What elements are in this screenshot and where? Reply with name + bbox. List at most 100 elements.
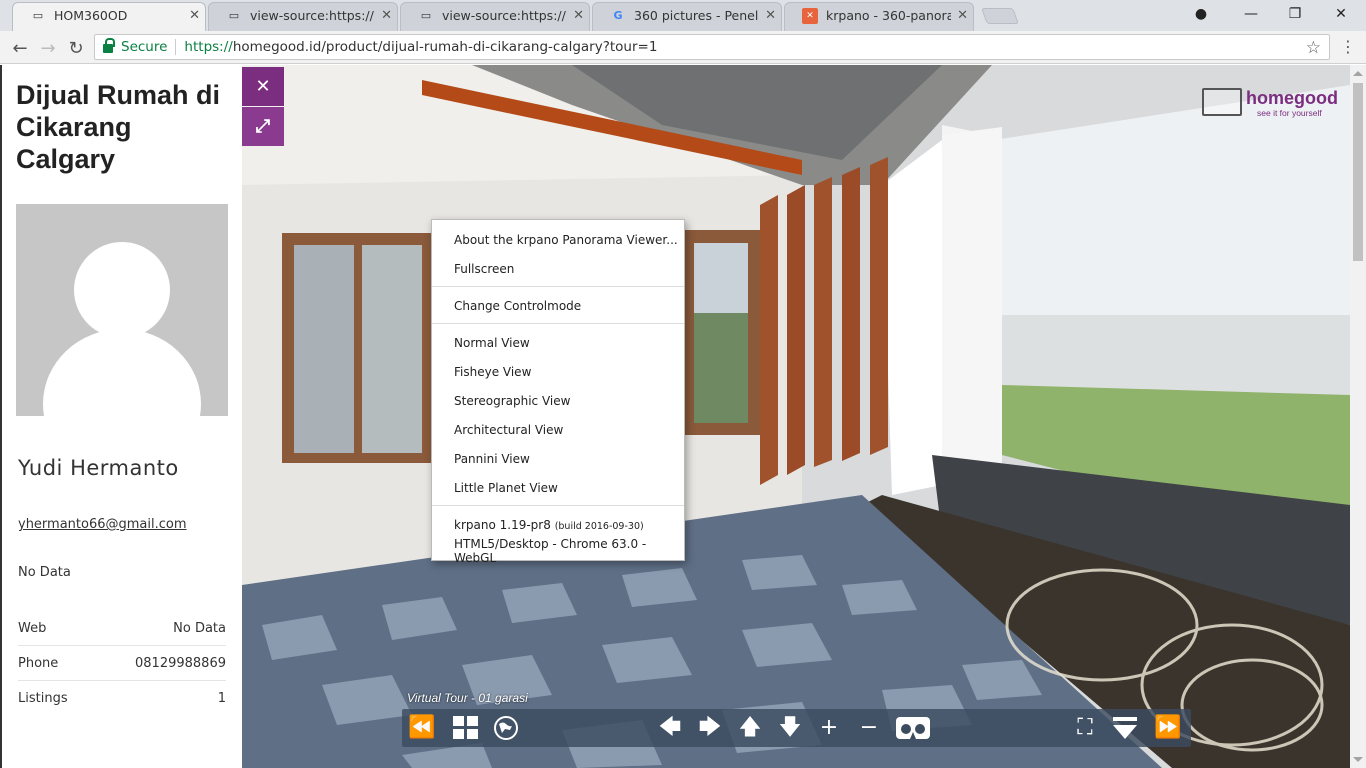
tab-view-source-1[interactable]: ▭ view-source:https://homegood.id ✕ — [204, 0, 402, 31]
row-label: Web — [18, 620, 47, 636]
listing-sidebar: Dijual Rumah di Cikarang Calgary Yudi He… — [0, 65, 242, 768]
panorama-scene — [242, 65, 1350, 768]
page-title: Dijual Rumah di Cikarang Calgary — [16, 80, 221, 174]
scrollbar-thumb[interactable] — [1353, 83, 1363, 261]
tab-strip: ▭ HOM360OD ✕ ▭ view-source:https://homeg… — [0, 0, 1366, 31]
version-label: krpano 1.19-pr8 — [454, 518, 551, 532]
hide-controls-icon[interactable] — [1109, 713, 1141, 743]
info-row-listings: Listings 1 — [18, 681, 226, 716]
pan-down-icon[interactable]: 🡇 — [774, 713, 806, 743]
pan-right-icon[interactable]: 🡆 — [694, 713, 726, 743]
scroll-down-icon[interactable] — [1353, 757, 1363, 762]
close-icon[interactable]: ✕ — [381, 8, 392, 23]
window-close-button[interactable]: ✕ — [1318, 0, 1364, 28]
url-scheme: https:// — [184, 39, 233, 55]
close-icon[interactable]: ✕ — [189, 8, 200, 23]
menu-item-little-planet-view[interactable]: Little Planet View — [454, 481, 558, 495]
info-row-phone: Phone 08129988869 — [18, 646, 226, 681]
browser-toolbar: ← → ↻ Secure https:// homegood.id/produc… — [0, 31, 1366, 64]
page-icon: ▭ — [228, 9, 240, 22]
agent-description: No Data — [18, 565, 71, 580]
scroll-up-icon[interactable] — [1353, 71, 1363, 76]
close-icon[interactable]: ✕ — [957, 8, 968, 23]
tour-control-bar: ⏪ 🡄 🡆 🡅 🡇 + − ⛶ ⏩ — [402, 709, 1191, 747]
brand-name: homegood — [1246, 88, 1338, 108]
zoom-out-icon[interactable]: − — [853, 713, 885, 743]
zoom-in-icon[interactable]: + — [813, 713, 845, 743]
menu-item-stereographic-view[interactable]: Stereographic View — [454, 394, 570, 408]
fullscreen-toggle-button[interactable]: ⤢ — [242, 107, 284, 146]
menu-item-controlmode[interactable]: Change Controlmode — [454, 299, 581, 313]
close-icon: ✕ — [255, 76, 271, 97]
tab-title: krpano - 360-panorama-viewer — [826, 8, 952, 23]
tab-google-search[interactable]: G 360 pictures - Penelusuran Google ✕ — [588, 0, 786, 31]
reload-icon[interactable]: ↻ — [64, 36, 88, 60]
avatar-head — [74, 242, 170, 338]
menu-item-fisheye-view[interactable]: Fisheye View — [454, 365, 531, 379]
avatar — [16, 204, 228, 416]
forward-icon[interactable]: → — [36, 36, 60, 60]
menu-item-about[interactable]: About the krpano Panorama Viewer... — [454, 233, 678, 247]
close-icon[interactable]: ✕ — [573, 8, 584, 23]
close-tour-button[interactable]: ✕ — [242, 67, 284, 106]
expand-icon: ⤢ — [255, 116, 271, 137]
row-value: No Data — [173, 620, 226, 636]
fullscreen-icon[interactable]: ⛶ — [1069, 713, 1101, 743]
profile-icon[interactable]: ● — [1178, 0, 1224, 28]
krpano-context-menu: About the krpano Panorama Viewer... Full… — [431, 219, 685, 565]
menu-item-version: krpano 1.19-pr8 (build 2016-09-30) — [454, 518, 644, 532]
tab-title: view-source:https://homegood.id — [442, 8, 567, 23]
divider — [175, 39, 177, 55]
agent-email-link[interactable]: yhermanto66@gmail.com — [18, 517, 187, 532]
info-row-web: Web No Data — [18, 611, 226, 646]
row-label: Listings — [18, 691, 68, 706]
next-scene-icon[interactable]: ⏩ — [1152, 713, 1184, 743]
tab-title: 360 pictures - Penelusuran Google — [634, 8, 759, 23]
row-value: 08129988869 — [135, 655, 226, 671]
address-bar[interactable]: Secure https:// homegood.id/product/diju… — [94, 34, 1330, 60]
avatar-body — [43, 329, 201, 416]
scene-title: Virtual Tour - 01 garasi — [407, 691, 528, 705]
close-icon[interactable]: ✕ — [765, 8, 776, 23]
page-icon: ▭ — [32, 9, 44, 22]
back-icon[interactable]: ← — [8, 36, 32, 60]
agent-name: Yudi Hermanto — [18, 456, 179, 480]
menu-divider — [432, 323, 684, 324]
tab-view-source-2[interactable]: ▭ view-source:https://homegood.id ✕ — [396, 0, 594, 31]
menu-item-fullscreen[interactable]: Fullscreen — [454, 262, 514, 276]
menu-item-architectural-view[interactable]: Architectural View — [454, 423, 563, 437]
build-label: (build 2016-09-30) — [554, 521, 644, 532]
homegood-logo: homegood see it for yourself — [1202, 86, 1338, 120]
minimize-button[interactable]: — — [1228, 0, 1274, 28]
tab-krpano[interactable]: ✕ krpano - 360-panorama-viewer ✕ — [780, 0, 978, 31]
house-logo-icon — [1202, 88, 1242, 116]
previous-scene-icon[interactable]: ⏪ — [406, 713, 438, 743]
row-label: Phone — [18, 655, 59, 671]
new-tab-button[interactable] — [981, 8, 1019, 24]
row-value: 1 — [217, 691, 226, 706]
brand-tagline: see it for yourself — [1257, 108, 1322, 118]
bookmark-star-icon[interactable]: ☆ — [1306, 38, 1321, 58]
lock-icon — [103, 38, 115, 53]
krpano-icon: ✕ — [802, 7, 818, 24]
menu-divider — [432, 286, 684, 287]
panorama-viewport[interactable] — [242, 65, 1350, 768]
page-scrollbar[interactable] — [1350, 65, 1366, 768]
pan-up-icon[interactable]: 🡅 — [734, 713, 766, 743]
vr-goggles-icon[interactable] — [894, 713, 932, 743]
thumbnails-grid-icon[interactable] — [450, 713, 482, 743]
tab-title: HOM360OD — [54, 8, 128, 23]
menu-item-pannini-view[interactable]: Pannini View — [454, 452, 530, 466]
secure-label: Secure — [121, 39, 168, 55]
page-icon: ▭ — [420, 9, 432, 22]
browser-menu-icon[interactable]: ⋮ — [1340, 37, 1356, 56]
tab-title: view-source:https://homegood.id — [250, 8, 375, 23]
map-globe-icon[interactable] — [490, 713, 522, 743]
tab-hom360od[interactable]: ▭ HOM360OD ✕ — [8, 0, 210, 31]
menu-item-normal-view[interactable]: Normal View — [454, 336, 530, 350]
menu-item-platform: HTML5/Desktop - Chrome 63.0 - WebGL — [454, 537, 647, 565]
restore-button[interactable]: ❐ — [1272, 0, 1318, 28]
menu-divider — [432, 505, 684, 506]
pan-left-icon[interactable]: 🡄 — [654, 713, 686, 743]
google-icon: G — [613, 9, 623, 22]
